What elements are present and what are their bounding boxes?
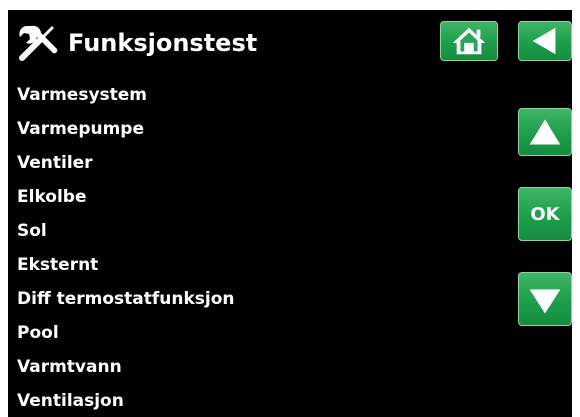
header: Funksjonstest [8, 10, 572, 78]
menu-item-varmepumpe[interactable]: Varmepumpe [8, 112, 488, 146]
menu-item-sol[interactable]: Sol [8, 214, 488, 248]
menu-item-pool[interactable]: Pool [8, 316, 488, 350]
menu-item-elkolbe[interactable]: Elkolbe [8, 180, 488, 214]
page-title: Funksjonstest [68, 29, 258, 57]
menu-item-eksternt[interactable]: Eksternt [8, 248, 488, 282]
back-button[interactable] [518, 21, 572, 61]
menu-item-varmtvann[interactable]: Varmtvann [8, 350, 488, 384]
ok-button[interactable]: OK [518, 187, 572, 241]
function-test-menu: Varmesystem Varmepumpe Ventiler Elkolbe … [8, 78, 488, 417]
menu-item-varmesystem[interactable]: Varmesystem [8, 78, 488, 112]
up-arrow-icon [529, 119, 561, 145]
down-arrow-icon [529, 289, 561, 314]
menu-item-ventiler[interactable]: Ventiler [8, 146, 488, 180]
home-button[interactable] [440, 21, 498, 61]
ok-label: OK [530, 203, 560, 225]
back-arrow-icon [532, 27, 556, 55]
scroll-up-button[interactable] [518, 108, 572, 156]
home-icon [452, 27, 486, 55]
display-screen: Funksjonstest Varmesystem Varmepumpe Ven… [8, 10, 572, 417]
scroll-down-button[interactable] [518, 272, 572, 326]
menu-item-ventilasjon[interactable]: Ventilasjon [8, 384, 488, 417]
tools-icon [19, 25, 58, 61]
menu-item-diff-termostatfunksjon[interactable]: Diff termostatfunksjon [8, 282, 488, 316]
